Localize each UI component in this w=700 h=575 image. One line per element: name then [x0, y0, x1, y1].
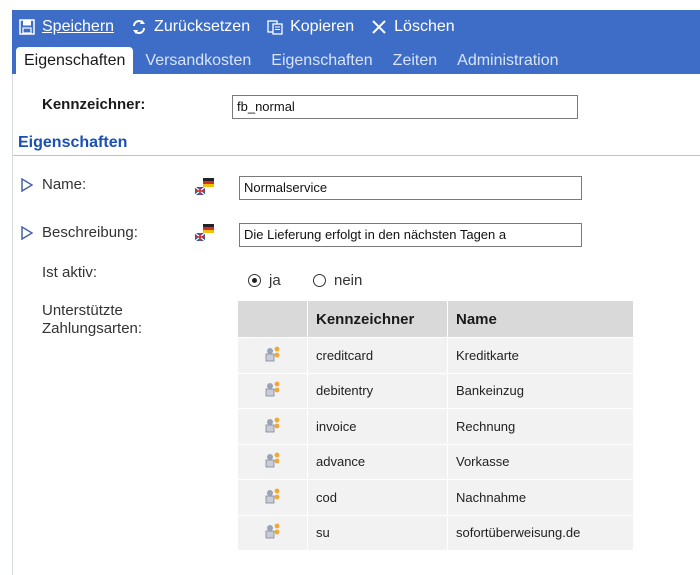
copy-icon: [266, 18, 284, 36]
save-label: Speichern: [42, 18, 115, 35]
translate-flag-icon[interactable]: [194, 223, 216, 243]
payment-type-icon: [264, 522, 282, 540]
payment-type-cell: [237, 408, 308, 445]
radio-no-label: nein: [334, 272, 363, 289]
translate-flag-icon[interactable]: [194, 177, 216, 197]
payment-type-cell: [237, 514, 308, 551]
name-field[interactable]: Normalservice: [239, 176, 582, 200]
reset-button[interactable]: Zurücksetzen: [130, 18, 250, 36]
refresh-icon: [130, 18, 148, 36]
table-header-icon: [237, 300, 308, 338]
section-title: Eigenschaften: [18, 134, 128, 151]
radio-yes-label: ja: [269, 272, 281, 289]
payment-type-icon: [264, 380, 282, 398]
tab-eigenschaften[interactable]: Eigenschaften: [16, 47, 134, 74]
description-row: Beschreibung:: [20, 224, 138, 241]
section-divider: [13, 155, 700, 156]
table-header-row: Kennzeichner Name: [237, 300, 634, 338]
active-no-option[interactable]: nein: [313, 272, 362, 289]
name-label: Name:: [42, 176, 87, 193]
payment-methods-label: Unterstützte Zahlungsarten:: [42, 302, 143, 337]
table-header-identifier: Kennzeichner: [307, 300, 448, 338]
content-panel: Kennzeichner: fb_normal Eigenschaften Na…: [12, 74, 700, 575]
copy-button[interactable]: Kopieren: [266, 18, 354, 36]
table-row[interactable]: invoice Rechnung: [237, 408, 634, 445]
expand-arrow-icon[interactable]: [20, 225, 34, 240]
floppy-disk-icon: [18, 18, 36, 36]
table-header-name: Name: [447, 300, 634, 338]
tab-zeiten[interactable]: Zeiten: [385, 48, 445, 74]
reset-label: Zurücksetzen: [154, 18, 251, 35]
active-label: Ist aktiv:: [42, 264, 98, 281]
name-row: Name:: [20, 176, 86, 193]
payment-code-cell: cod: [307, 479, 448, 516]
payment-type-cell: [237, 443, 308, 480]
payment-name-cell: Vorkasse: [447, 443, 634, 480]
payment-name-cell: Bankeinzug: [447, 372, 634, 409]
payment-name-cell: Rechnung: [447, 408, 634, 445]
expand-arrow-icon[interactable]: [20, 177, 34, 192]
payment-name-cell: sofortüberweisung.de: [447, 514, 634, 551]
description-label: Beschreibung:: [42, 224, 138, 241]
close-icon: [370, 18, 388, 36]
identifier-field[interactable]: fb_normal: [232, 95, 578, 119]
tab-bar: Eigenschaften Versandkosten Eigenschafte…: [12, 44, 700, 74]
payment-code-cell: debitentry: [307, 372, 448, 409]
payment-code-cell: su: [307, 514, 448, 551]
copy-label: Kopieren: [290, 18, 355, 35]
table-row[interactable]: debitentry Bankeinzug: [237, 372, 634, 409]
payment-name-cell: Kreditkarte: [447, 337, 634, 374]
save-button[interactable]: Speichern: [18, 18, 114, 36]
table-row[interactable]: creditcard Kreditkarte: [237, 337, 634, 374]
table-row[interactable]: cod Nachnahme: [237, 479, 634, 516]
payment-type-cell: [237, 372, 308, 409]
tab-versandkosten[interactable]: Versandkosten: [137, 48, 259, 74]
payment-type-icon: [264, 345, 282, 363]
payment-type-icon: [264, 416, 282, 434]
tab-administration[interactable]: Administration: [449, 48, 566, 74]
tab-eigenschaften-2[interactable]: Eigenschaften: [263, 48, 380, 74]
payment-methods-table: Kennzeichner Name creditcard Kreditkarte d…: [237, 300, 634, 551]
table-row[interactable]: advance Vorkasse: [237, 443, 634, 480]
description-field[interactable]: Die Lieferung erfolgt in den nächsten Ta…: [239, 223, 582, 247]
radio-no[interactable]: [313, 274, 326, 287]
delete-button[interactable]: Löschen: [370, 18, 455, 36]
toolbar: Speichern Zurücksetzen Kopieren Löschen: [12, 10, 700, 44]
radio-selected-dot: [252, 278, 257, 283]
table-row[interactable]: su sofortüberweisung.de: [237, 514, 634, 551]
delete-label: Löschen: [394, 18, 455, 35]
radio-yes[interactable]: [248, 274, 261, 287]
payment-code-cell: advance: [307, 443, 448, 480]
payment-code-cell: invoice: [307, 408, 448, 445]
payment-name-cell: Nachnahme: [447, 479, 634, 516]
payment-type-icon: [264, 487, 282, 505]
left-strip: [0, 0, 12, 575]
active-yes-option[interactable]: ja: [248, 272, 281, 289]
payment-type-icon: [264, 451, 282, 469]
identifier-label: Kennzeichner:: [42, 96, 146, 113]
payment-type-cell: [237, 479, 308, 516]
payment-code-cell: creditcard: [307, 337, 448, 374]
payment-type-cell: [237, 337, 308, 374]
